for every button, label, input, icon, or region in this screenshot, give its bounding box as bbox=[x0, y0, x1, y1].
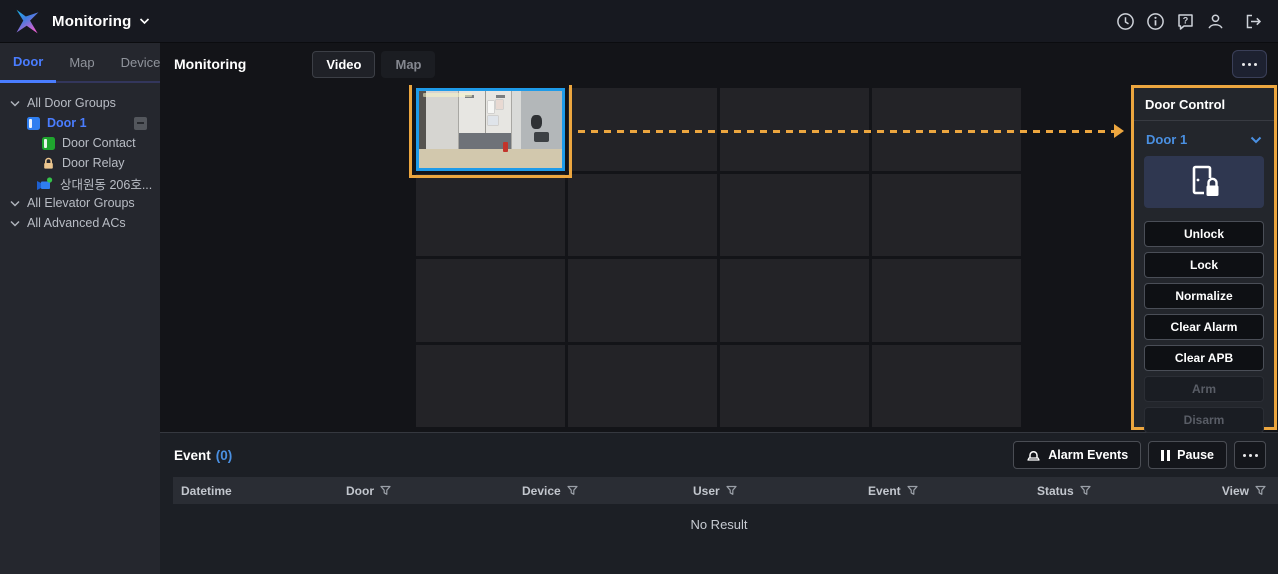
video-monitoring-area: Door Control Door 1 Unlock Lock Normaliz… bbox=[160, 85, 1278, 432]
chevron-down-icon[interactable] bbox=[10, 220, 20, 227]
door-green-icon bbox=[42, 137, 55, 150]
tree-item-door-relay[interactable]: Door Relay bbox=[0, 153, 160, 173]
sidebar-tabs: Door Map Device bbox=[0, 43, 160, 83]
column-device[interactable]: Device bbox=[514, 484, 685, 498]
door-control-panel: Door Control Door 1 Unlock Lock Normaliz… bbox=[1131, 85, 1277, 430]
video-cell-empty[interactable] bbox=[568, 259, 717, 342]
video-cell-empty[interactable] bbox=[872, 174, 1021, 257]
door-control-buttons: Unlock Lock Normalize Clear Alarm Clear … bbox=[1144, 221, 1264, 433]
video-cell-empty[interactable] bbox=[720, 345, 869, 428]
selection-border bbox=[416, 88, 565, 171]
video-cell-empty[interactable] bbox=[416, 259, 565, 342]
tree-item-camera-206[interactable]: 상대원동 206호... bbox=[0, 173, 160, 193]
filter-icon[interactable] bbox=[380, 485, 391, 496]
link-arrow-head bbox=[1114, 124, 1124, 138]
top-bar: Monitoring ? bbox=[0, 0, 1278, 43]
time-icon[interactable] bbox=[1115, 11, 1136, 32]
event-table-header: Datetime Door Device User Event Status V… bbox=[173, 477, 1278, 504]
event-count-badge: (0) bbox=[216, 448, 233, 463]
page-title: Monitoring bbox=[52, 13, 131, 30]
column-door[interactable]: Door bbox=[338, 484, 514, 498]
door-status-tile bbox=[1144, 156, 1264, 208]
tree-item-all-elevator-groups[interactable]: All Elevator Groups bbox=[0, 193, 160, 213]
camera-timestamp-overlay bbox=[423, 93, 472, 97]
section-title: Monitoring bbox=[174, 56, 246, 72]
disarm-button: Disarm bbox=[1144, 407, 1264, 433]
door-tree: All Door Groups Door 1 Door Contact Door… bbox=[0, 83, 160, 233]
video-cell-empty[interactable] bbox=[872, 88, 1021, 171]
door-select-dropdown[interactable]: Door 1 bbox=[1144, 130, 1264, 147]
left-sidebar: Door Map Device All Door Groups Door 1 D… bbox=[0, 43, 160, 574]
pause-icon bbox=[1161, 450, 1170, 461]
alarm-events-button[interactable]: Alarm Events bbox=[1013, 441, 1141, 469]
tab-map-view[interactable]: Map bbox=[381, 51, 435, 78]
lock-button[interactable]: Lock bbox=[1144, 252, 1264, 278]
tab-map[interactable]: Map bbox=[56, 43, 107, 81]
chevron-down-icon bbox=[1250, 136, 1262, 144]
filter-icon[interactable] bbox=[1080, 485, 1091, 496]
door-control-title: Door Control bbox=[1134, 88, 1274, 121]
alarm-siren-icon bbox=[1026, 449, 1041, 462]
filter-icon[interactable] bbox=[907, 485, 918, 496]
event-more-button[interactable] bbox=[1234, 441, 1266, 469]
tree-item-door-1[interactable]: Door 1 bbox=[0, 113, 160, 133]
view-mode-tabs: Video Map bbox=[312, 51, 435, 78]
more-options-button[interactable] bbox=[1232, 50, 1267, 78]
arm-button: Arm bbox=[1144, 376, 1264, 402]
unlock-button[interactable]: Unlock bbox=[1144, 221, 1264, 247]
logout-icon[interactable] bbox=[1243, 11, 1264, 32]
pause-button[interactable]: Pause bbox=[1148, 441, 1227, 469]
video-cell-empty[interactable] bbox=[568, 345, 717, 428]
video-cell-empty[interactable] bbox=[872, 345, 1021, 428]
tab-device[interactable]: Device bbox=[108, 43, 174, 81]
video-cell-camera-1[interactable] bbox=[416, 88, 565, 171]
filter-icon[interactable] bbox=[726, 485, 737, 496]
tree-item-door-contact[interactable]: Door Contact bbox=[0, 133, 160, 153]
tree-item-all-advanced-acs[interactable]: All Advanced ACs bbox=[0, 213, 160, 233]
tree-item-all-door-groups[interactable]: All Door Groups bbox=[0, 93, 160, 113]
chevron-down-icon[interactable] bbox=[139, 17, 150, 25]
event-section: Event (0) Alarm Events Pause Datetime Do… bbox=[160, 432, 1278, 574]
clear-alarm-button[interactable]: Clear Alarm bbox=[1144, 314, 1264, 340]
video-cell-empty[interactable] bbox=[720, 88, 869, 171]
video-cell-empty[interactable] bbox=[568, 174, 717, 257]
door-locked-icon bbox=[1185, 164, 1223, 200]
column-event[interactable]: Event bbox=[860, 484, 1029, 498]
video-grid bbox=[416, 88, 1021, 427]
video-cell-empty[interactable] bbox=[416, 345, 565, 428]
tab-video[interactable]: Video bbox=[312, 51, 375, 78]
topbar-actions: ? bbox=[1115, 11, 1264, 32]
video-cell-empty[interactable] bbox=[568, 88, 717, 171]
video-cell-empty[interactable] bbox=[720, 174, 869, 257]
camera-online-icon bbox=[36, 177, 53, 190]
clear-apb-button[interactable]: Clear APB bbox=[1144, 345, 1264, 371]
chevron-down-icon[interactable] bbox=[10, 100, 20, 107]
column-datetime[interactable]: Datetime bbox=[173, 484, 338, 498]
app-logo-icon bbox=[14, 8, 41, 35]
info-icon[interactable] bbox=[1145, 11, 1166, 32]
user-icon[interactable] bbox=[1205, 11, 1226, 32]
video-cell-empty[interactable] bbox=[872, 259, 1021, 342]
svg-text:?: ? bbox=[1183, 15, 1189, 25]
normalize-button[interactable]: Normalize bbox=[1144, 283, 1264, 309]
video-cell-empty[interactable] bbox=[720, 259, 869, 342]
main-header: Monitoring Video Map bbox=[160, 43, 1278, 85]
door-blue-icon bbox=[27, 117, 40, 130]
chevron-down-icon[interactable] bbox=[10, 200, 20, 207]
empty-state-text: No Result bbox=[160, 517, 1278, 532]
column-status[interactable]: Status bbox=[1029, 484, 1213, 498]
camera-feed-image bbox=[419, 91, 562, 168]
column-view[interactable]: View bbox=[1213, 484, 1278, 498]
lock-yellow-icon bbox=[42, 157, 55, 170]
event-header: Event (0) Alarm Events Pause bbox=[160, 433, 1278, 477]
tab-door[interactable]: Door bbox=[0, 43, 56, 83]
collapse-minus-button[interactable] bbox=[134, 117, 147, 130]
filter-icon[interactable] bbox=[1255, 485, 1266, 496]
filter-icon[interactable] bbox=[567, 485, 578, 496]
event-title: Event bbox=[174, 448, 211, 463]
help-icon[interactable]: ? bbox=[1175, 11, 1196, 32]
column-user[interactable]: User bbox=[685, 484, 860, 498]
video-cell-empty[interactable] bbox=[416, 174, 565, 257]
